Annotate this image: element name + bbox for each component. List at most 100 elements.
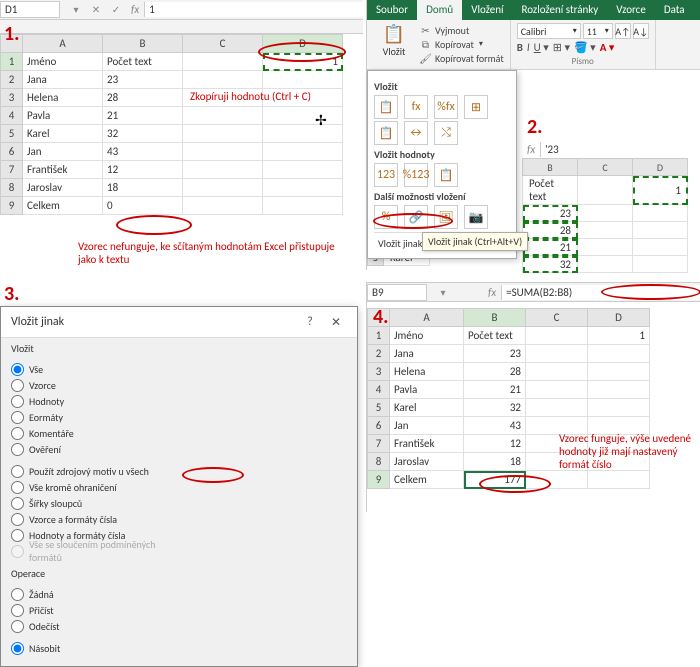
border-button[interactable]: ⊞ ▾	[553, 41, 570, 54]
cell-C7[interactable]	[183, 161, 263, 179]
cell-A1[interactable]: Jméno	[23, 53, 103, 71]
cell-C5-p2[interactable]	[578, 256, 633, 273]
shrink-font-button[interactable]: A↓	[633, 23, 649, 39]
cell-D5-p4[interactable]	[588, 399, 650, 417]
cell-A7[interactable]: František	[23, 161, 103, 179]
cell-A6[interactable]: Jan	[23, 143, 103, 161]
radio-vše-kromě-ohraničení[interactable]: Vše kromě ohraničení	[11, 479, 179, 495]
cell-B2-p2[interactable]: 23	[523, 205, 578, 222]
help-button[interactable]: ?	[299, 313, 321, 331]
row-header-9-p4[interactable]: 9	[368, 471, 390, 489]
cell-D8[interactable]	[263, 179, 343, 197]
row-header-8[interactable]: 8	[1, 179, 23, 197]
cell-B9[interactable]: 0	[103, 197, 183, 215]
col-header-D-p4[interactable]: D	[588, 309, 650, 327]
font-family-select[interactable]: Calibri ▾	[517, 23, 581, 39]
col-header-D[interactable]: D	[263, 35, 343, 53]
radio-ověření[interactable]: Ověření	[11, 441, 179, 457]
name-dropdown-icon[interactable]: ▾	[68, 3, 84, 16]
mini-worksheet[interactable]: BCDPočet text123282132	[522, 158, 688, 273]
radio-eormáty[interactable]: Eormáty	[11, 409, 179, 425]
row-header-4-p4[interactable]: 4	[368, 381, 390, 399]
col-header-B[interactable]: B	[103, 35, 183, 53]
cell-B3[interactable]: 28	[103, 89, 183, 107]
row-header-6-p4[interactable]: 6	[368, 417, 390, 435]
paste-width-icon[interactable]: ↔	[404, 121, 428, 145]
row-header-1[interactable]: 1	[1, 53, 23, 71]
radio-násobit[interactable]: Násobit	[11, 640, 179, 656]
row-header-5-p4[interactable]: 5	[368, 399, 390, 417]
cell-B4-p2[interactable]: 21	[523, 239, 578, 256]
cell-D2-p4[interactable]	[588, 345, 650, 363]
cell-C3-p4[interactable]	[526, 363, 588, 381]
cell-D1-p4[interactable]: 1	[588, 327, 650, 345]
cell-D6[interactable]	[263, 143, 343, 161]
fx-label-2[interactable]: fx	[527, 143, 535, 156]
cell-B2-p4[interactable]: 23	[464, 345, 526, 363]
radio-vzorce-a-formáty-čísla[interactable]: Vzorce a formáty čísla	[11, 511, 179, 527]
fill-color-button[interactable]: 🪣 ▾	[574, 41, 596, 54]
cell-B7-p4[interactable]: 12	[464, 435, 526, 453]
paste-keep-border-icon[interactable]: ⊞	[464, 95, 488, 119]
cell-C1-p2[interactable]	[578, 176, 633, 205]
name-dropdown-icon-4[interactable]: ▾	[435, 286, 451, 299]
close-button[interactable]: ✕	[325, 313, 347, 331]
radio-žádná[interactable]: Žádná	[11, 586, 179, 602]
cell-B3-p4[interactable]: 28	[464, 363, 526, 381]
cell-D9[interactable]	[263, 197, 343, 215]
cell-B2[interactable]: 23	[103, 71, 183, 89]
copy-button[interactable]: ⧉Kopírovat▾	[419, 37, 504, 51]
cell-D2[interactable]	[263, 71, 343, 89]
paste-no-border-icon[interactable]: 📋	[374, 121, 398, 145]
paste-transpose-icon[interactable]: ⤭	[434, 121, 458, 145]
cell-A3[interactable]: Helena	[23, 89, 103, 107]
row-header-5[interactable]: 5	[1, 125, 23, 143]
font-size-select[interactable]: 11 ▾	[583, 23, 613, 39]
cell-B4-p4[interactable]: 21	[464, 381, 526, 399]
formula-input[interactable]: 1	[144, 2, 363, 17]
cell-A9-p4[interactable]: Celkem	[390, 471, 464, 489]
row-header-4[interactable]: 4	[1, 107, 23, 125]
cell-C9[interactable]	[183, 197, 263, 215]
paste-button[interactable]: 📋 Vložit	[373, 23, 415, 66]
name-box-4[interactable]: B9	[367, 284, 427, 301]
cell-C2-p4[interactable]	[526, 345, 588, 363]
radio-vše[interactable]: Vše	[11, 361, 179, 377]
cell-A5[interactable]: Karel	[23, 125, 103, 143]
cell-C4-p2[interactable]	[578, 239, 633, 256]
cell-B4[interactable]: 21	[103, 107, 183, 125]
col-header-B-p2[interactable]: B	[523, 159, 578, 176]
paste-formulas-fmt-icon[interactable]: %fx	[434, 95, 458, 119]
row-header-7[interactable]: 7	[1, 161, 23, 179]
cell-D4-p2[interactable]	[633, 239, 688, 256]
cell-D3-p2[interactable]	[633, 222, 688, 239]
cell-B1-p2[interactable]: Počet text	[523, 176, 578, 205]
cell-A9[interactable]: Celkem	[23, 197, 103, 215]
cell-B5[interactable]: 32	[103, 125, 183, 143]
paste-formulas-icon[interactable]: fx	[404, 95, 428, 119]
col-header-D-p2[interactable]: D	[633, 159, 688, 176]
cell-C6[interactable]	[183, 143, 263, 161]
ribbon-tab-data[interactable]: Data	[655, 0, 694, 20]
cell-B3-p2[interactable]: 28	[523, 222, 578, 239]
cell-B8[interactable]: 18	[103, 179, 183, 197]
cell-D9-p4[interactable]	[588, 471, 650, 489]
paste-picture-icon[interactable]: 🖼	[434, 205, 458, 229]
cell-B5-p2[interactable]: 32	[523, 256, 578, 273]
cell-B9-p4[interactable]: 177	[464, 471, 526, 489]
paste-values-src-icon[interactable]: 📋	[434, 163, 458, 187]
cell-B6[interactable]: 43	[103, 143, 183, 161]
cell-A2-p4[interactable]: Jana	[390, 345, 464, 363]
radio-vzorce[interactable]: Vzorce	[11, 377, 179, 393]
col-header-A-p4[interactable]: A	[390, 309, 464, 327]
ribbon-tab-vložení[interactable]: Vložení	[462, 0, 512, 20]
row-header-3[interactable]: 3	[1, 89, 23, 107]
cell-A4-p4[interactable]: Pavla	[390, 381, 464, 399]
name-box[interactable]: D1	[0, 1, 60, 18]
cell-D4-p4[interactable]	[588, 381, 650, 399]
cell-A4[interactable]: Pavla	[23, 107, 103, 125]
row-header-3-p4[interactable]: 3	[368, 363, 390, 381]
row-header-1-p4[interactable]: 1	[368, 327, 390, 345]
cell-C3-p2[interactable]	[578, 222, 633, 239]
col-header-C-p4[interactable]: C	[526, 309, 588, 327]
